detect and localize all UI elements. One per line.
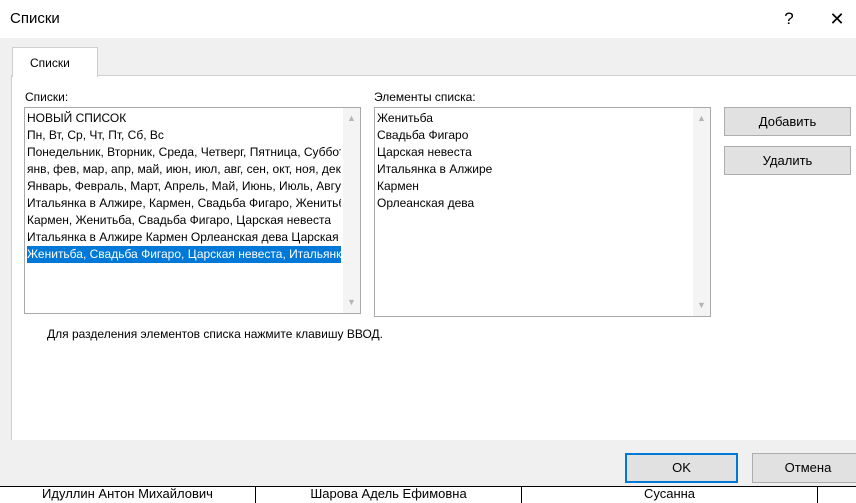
background-cell: Идуллин Антон Михайлович [0,487,256,503]
help-icon[interactable]: ? [778,8,800,30]
title-bar: Списки ? ✕ [0,0,856,38]
element-line[interactable]: Итальянка в Алжире [377,161,691,178]
lists-scrollbar[interactable]: ▲ ▼ [343,108,360,313]
lists-listbox[interactable]: Женитьба, Свадьба Фигаро, Царская невест… [24,107,361,314]
list-item[interactable]: Женитьба, Свадьба Фигаро, Царская невест… [27,246,341,263]
background-sheet-row: Идуллин Антон Михайлович Шарова Адель Еф… [0,486,856,503]
element-line[interactable]: Кармен [377,178,691,195]
scroll-down-icon[interactable]: ▼ [343,294,360,311]
element-line[interactable]: Свадьба Фигаро [377,127,691,144]
tab-lists[interactable]: Списки [12,47,98,77]
list-item[interactable]: Кармен, Женитьба, Свадьба Фигаро, Царска… [27,212,341,229]
ok-button-label: OK [672,460,691,475]
background-cell: Сусанна [522,487,818,503]
list-item[interactable]: Итальянка в Алжире, Кармен, Свадьба Фига… [27,195,341,212]
element-line[interactable]: Орлеанская дева [377,195,691,212]
elements-scrollbar[interactable]: ▲ ▼ [693,108,710,316]
cancel-button-label: Отмена [784,460,832,475]
elements-label: Элементы списка: [374,90,476,104]
scroll-up-icon[interactable]: ▲ [343,110,360,127]
elements-textbox[interactable]: Орлеанская дева Кармен Итальянка в Алжире Ц… [374,107,711,317]
background-cell: Шарова Адель Ефимовна [256,487,522,503]
delete-button[interactable]: Удалить [724,146,851,175]
list-item[interactable]: янв, фев, мар, апр, май, июн, июл, авг, … [27,161,341,178]
ok-button[interactable]: OK [625,453,738,483]
add-button[interactable]: Добавить [724,107,851,136]
scroll-up-icon[interactable]: ▲ [693,110,710,127]
lists-dialog: Списки ? ✕ Списки Списки: Женитьба, Свад… [0,0,856,503]
list-item[interactable]: Пн, Вт, Ср, Чт, Пт, Сб, Вс [27,127,341,144]
dialog-title: Списки [10,10,60,27]
list-item[interactable]: Январь, Февраль, Март, Апрель, Май, Июнь… [27,178,341,195]
tab-lists-label: Списки [30,56,70,70]
element-line[interactable]: Женитьба [377,110,691,127]
close-icon[interactable]: ✕ [826,8,848,30]
add-button-label: Добавить [758,114,817,129]
list-item[interactable]: Понедельник, Вторник, Среда, Четверг, Пя… [27,144,341,161]
lists-label: Списки: [25,90,69,104]
delete-button-label: Удалить [762,153,813,168]
element-line[interactable]: Царская невеста [377,144,691,161]
cancel-button[interactable]: Отмена [752,453,856,483]
list-item[interactable]: Итальянка в Алжире Кармен Орлеанская дев… [27,229,341,246]
hint-text: Для разделения элементов списка нажмите … [47,327,383,341]
scroll-down-icon[interactable]: ▼ [693,297,710,314]
list-item[interactable]: НОВЫЙ СПИСОК [27,110,341,127]
